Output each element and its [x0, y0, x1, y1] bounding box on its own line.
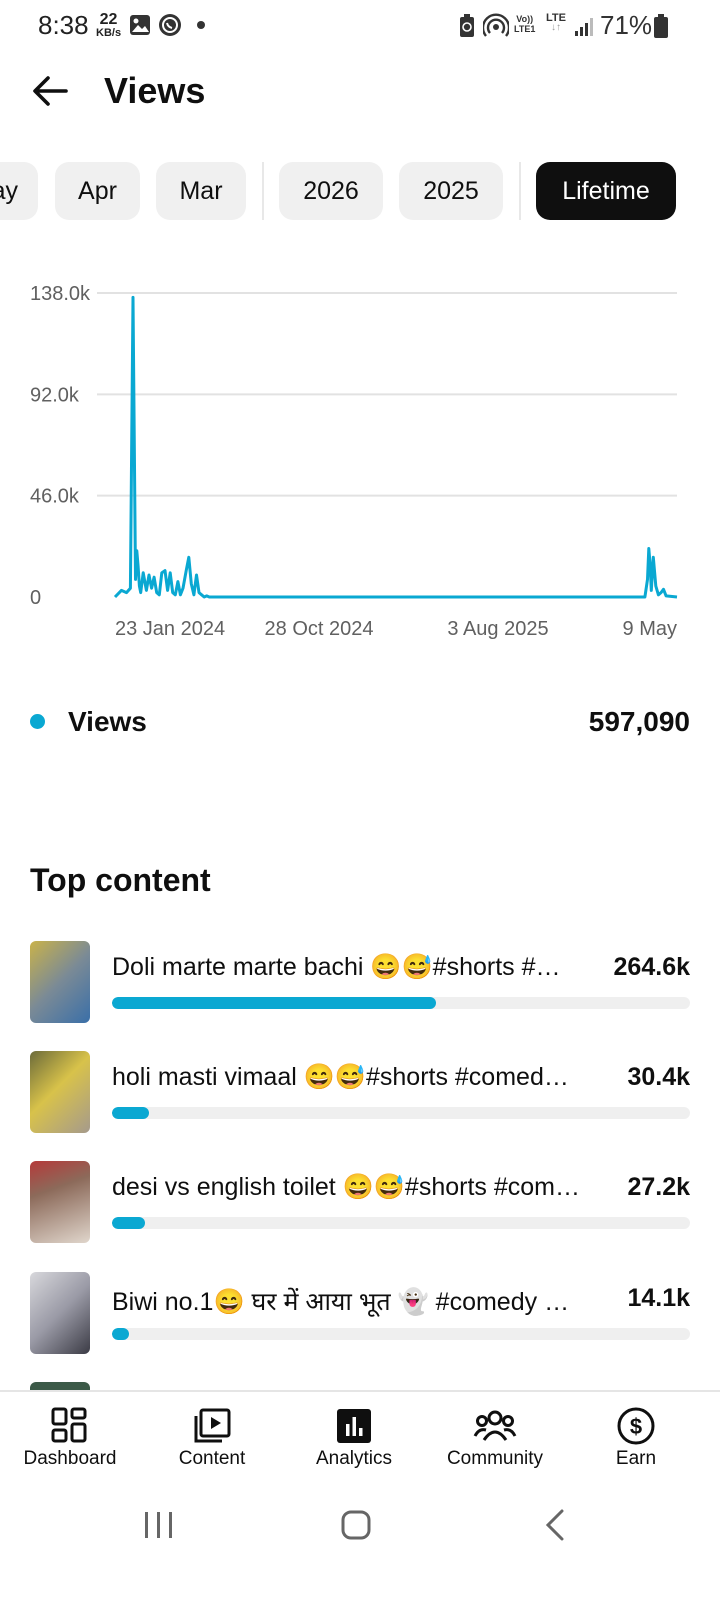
y-tick-label: 0 — [30, 587, 41, 609]
nav-label: Dashboard — [23, 1448, 117, 1469]
period-filter-chips: ay Apr Mar 2026 2025 Lifetime — [0, 162, 720, 222]
gallery-icon — [130, 15, 150, 35]
battery-icon — [654, 14, 668, 38]
battery-percent: 71% — [600, 10, 653, 40]
app-header: Views — [0, 56, 720, 126]
video-title: Doli marte marte bachi 😄😅#shorts #… — [112, 953, 561, 981]
chip-divider — [262, 162, 264, 220]
y-tick-label: 92.0k — [30, 384, 80, 406]
nav-label: Analytics — [315, 1448, 393, 1469]
video-title: holi masti vimaal 😄😅#shorts #comed… — [112, 1063, 569, 1091]
data-arrows-icon: ↓↑ — [550, 22, 561, 33]
nav-label: Earn — [615, 1448, 657, 1469]
video-views: 264.6k — [613, 953, 690, 981]
y-tick-label: 46.0k — [30, 486, 80, 508]
chart-y-ticks: 138.0k 92.0k 46.0k 0 — [30, 283, 91, 609]
nav-label: Content — [178, 1448, 246, 1469]
nav-analytics[interactable]: Analytics — [282, 1392, 426, 1492]
nav-community[interactable]: Community — [423, 1392, 567, 1492]
views-progress-track — [112, 997, 690, 1009]
content-icon — [194, 1408, 231, 1443]
video-views: 30.4k — [627, 1063, 690, 1091]
legend-label: Views — [68, 706, 147, 737]
whatsapp-icon — [159, 14, 181, 36]
views-line-chart: 138.0k 92.0k 46.0k 0 23 Jan 2024 28 Oct 2024… — [30, 283, 678, 640]
views-progress-fill — [112, 997, 436, 1009]
legend-color-dot — [30, 714, 45, 729]
video-title: desi vs english toilet 😄😅#shorts #com… — [112, 1173, 580, 1201]
chip-lifetime[interactable]: Lifetime — [536, 162, 676, 220]
volte-sub-label: LTE1 — [514, 24, 536, 34]
video-views: 27.2k — [627, 1173, 690, 1201]
network-speed: 22 KB/s — [96, 12, 121, 39]
y-tick-label: 138.0k — [30, 283, 91, 305]
volte-label: Vo)) — [516, 14, 534, 24]
chart-gridlines — [97, 292, 677, 497]
legend-total-value: 597,090 — [588, 706, 690, 737]
views-progress-fill — [112, 1217, 146, 1229]
top-content-item[interactable]: Doli marte marte bachi 😄😅#shorts #… 264.… — [30, 941, 690, 1025]
x-tick-label: 9 May — [623, 618, 677, 640]
chip-apr[interactable]: Apr — [55, 162, 140, 220]
notification-dot-icon — [197, 21, 205, 29]
chip-divider — [519, 162, 521, 220]
battery-saver-icon — [460, 14, 474, 37]
earn-icon: $ — [617, 1407, 655, 1445]
page-title: Views — [104, 70, 206, 111]
x-tick-label: 28 Oct 2024 — [265, 618, 374, 640]
views-series-line — [113, 295, 678, 599]
network-speed-unit: KB/s — [96, 27, 122, 39]
volte-indicator: Vo)) LTE1 — [514, 14, 535, 34]
views-progress-track — [112, 1328, 690, 1340]
x-tick-label: 3 Aug 2025 — [447, 618, 548, 640]
signal-icon — [575, 18, 593, 36]
chip-may[interactable]: ay — [0, 162, 38, 220]
bottom-navigation: Dashboard Content Analytics Community $ … — [0, 1390, 720, 1492]
views-progress-fill — [112, 1328, 130, 1340]
nav-dashboard[interactable]: Dashboard — [0, 1392, 142, 1492]
chip-mar[interactable]: Mar — [156, 162, 246, 220]
video-thumbnail-partial — [30, 1382, 90, 1390]
system-navigation-bar — [145, 1509, 564, 1541]
views-progress-track — [112, 1107, 690, 1119]
svg-text:$: $ — [630, 1414, 642, 1439]
video-views: 14.1k — [627, 1284, 690, 1312]
nav-earn[interactable]: $ Earn — [564, 1392, 708, 1492]
analytics-icon — [337, 1409, 371, 1443]
video-title: Biwi no.1😄 घर में आया भूत 👻 #comedy #… — [112, 1288, 582, 1316]
system-back-icon[interactable] — [545, 1509, 564, 1541]
video-thumbnail[interactable] — [30, 1051, 90, 1133]
hotspot-icon — [483, 13, 509, 37]
back-arrow-icon[interactable] — [28, 68, 74, 114]
top-content-item[interactable]: holi masti vimaal 😄😅#shorts #comed… 30.4… — [30, 1051, 690, 1135]
chip-2026[interactable]: 2026 — [279, 162, 383, 220]
top-content-item[interactable]: Biwi no.1😄 घर में आया भूत 👻 #comedy #… 1… — [30, 1272, 690, 1356]
network-speed-value: 22 — [99, 11, 118, 28]
home-icon[interactable] — [341, 1510, 371, 1540]
chip-label: ay — [0, 177, 18, 205]
status-time: 8:38 — [38, 10, 89, 40]
lte-indicator: LTE ↓↑ — [546, 13, 566, 33]
chip-2025[interactable]: 2025 — [399, 162, 503, 220]
x-tick-label: 23 Jan 2024 — [115, 618, 225, 640]
top-content-title: Top content — [30, 862, 211, 898]
dashboard-icon — [51, 1407, 87, 1443]
recent-apps-icon[interactable] — [145, 1512, 172, 1538]
top-content-item[interactable]: desi vs english toilet 😄😅#shorts #com… 2… — [30, 1161, 690, 1245]
nav-label: Community — [446, 1448, 544, 1469]
status-bar: 8:38 22 KB/s Vo)) LTE1 LTE ↓↑ 71% — [0, 0, 720, 52]
views-progress-track — [112, 1217, 690, 1229]
video-thumbnail[interactable] — [30, 941, 90, 1023]
nav-content[interactable]: Content — [140, 1392, 284, 1492]
video-thumbnail[interactable] — [30, 1272, 90, 1354]
video-thumbnail[interactable] — [30, 1161, 90, 1243]
community-icon — [473, 1410, 517, 1441]
chart-x-ticks: 23 Jan 2024 28 Oct 2024 3 Aug 2025 9 May — [115, 618, 677, 640]
chart-legend: Views 597,090 — [30, 700, 690, 744]
views-progress-fill — [112, 1107, 150, 1119]
